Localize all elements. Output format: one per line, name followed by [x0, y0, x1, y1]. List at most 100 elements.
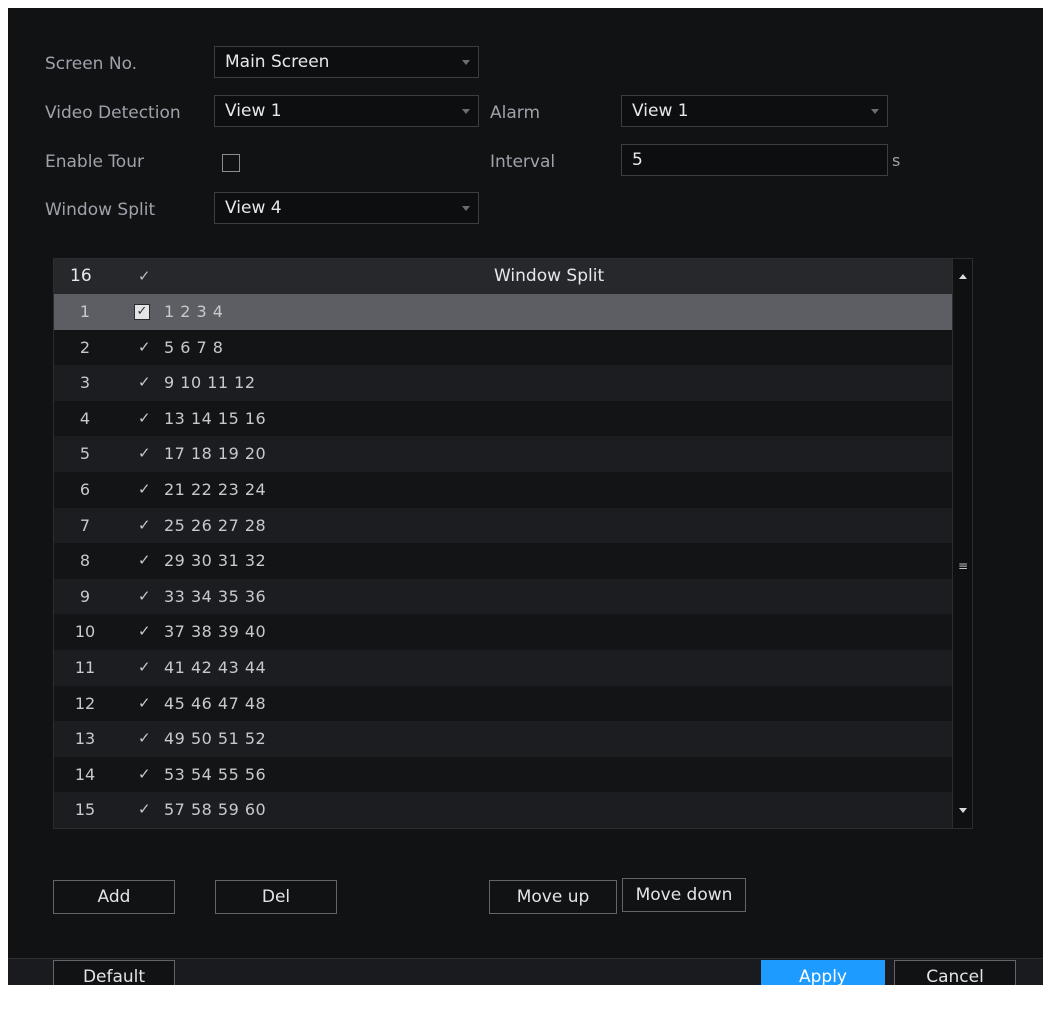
row-channels: 41 42 43 44: [164, 658, 267, 677]
window-split-select[interactable]: View 4: [214, 192, 479, 224]
row-channels: 17 18 19 20: [164, 444, 267, 464]
row-checkbox[interactable]: ✓: [138, 686, 151, 721]
row-number: 3: [79, 373, 91, 393]
table-row[interactable]: 13 ✓ 49 50 51 52: [54, 721, 952, 757]
move-down-button[interactable]: Move down: [622, 878, 746, 912]
row-checkbox[interactable]: ✓: [138, 792, 151, 827]
video-detection-value: View 1: [225, 101, 282, 121]
alarm-select[interactable]: View 1: [621, 95, 888, 127]
table-row[interactable]: 4 ✓ 13 14 15 16: [54, 400, 952, 437]
header-title: Window Split: [494, 266, 605, 286]
caret-down-icon: [462, 206, 470, 211]
row-checkbox[interactable]: ✓: [138, 614, 151, 649]
table-row[interactable]: 2 ✓ 5 6 7 8: [54, 329, 952, 366]
row-number: 7: [79, 515, 91, 535]
screen-no-value: Main Screen: [225, 52, 330, 72]
row-number: 1: [79, 302, 91, 321]
row-channels: 1 2 3 4: [164, 302, 224, 321]
row-channels: 25 26 27 28: [164, 515, 267, 535]
row-channels: 33 34 35 36: [164, 586, 267, 606]
table-row[interactable]: 12 ✓ 45 46 47 48: [54, 685, 952, 722]
caret-down-icon: [462, 60, 470, 65]
enable-tour-checkbox[interactable]: [222, 154, 240, 172]
row-number: 5: [79, 444, 91, 464]
screen-no-select[interactable]: Main Screen: [214, 46, 479, 78]
window-split-label: Window Split: [45, 200, 156, 220]
row-checkbox[interactable]: ✓: [138, 721, 151, 756]
table-row[interactable]: 7 ✓ 25 26 27 28: [54, 507, 952, 544]
row-number: 12: [74, 693, 96, 713]
del-button[interactable]: Del: [215, 880, 337, 914]
row-channels: 45 46 47 48: [164, 693, 267, 713]
interval-unit: s: [892, 151, 901, 170]
row-channels: 37 38 39 40: [164, 622, 267, 642]
row-number: 2: [79, 337, 91, 357]
alarm-label: Alarm: [490, 103, 541, 123]
row-number: 6: [79, 480, 91, 499]
table-row[interactable]: 14 ✓ 53 54 55 56: [54, 756, 952, 793]
row-checkbox[interactable]: ✓: [138, 579, 151, 614]
table-row[interactable]: 6 ✓ 21 22 23 24: [54, 472, 952, 508]
row-checkbox[interactable]: ✓: [138, 401, 151, 436]
add-button[interactable]: Add: [53, 880, 175, 914]
row-number: 14: [74, 764, 96, 784]
row-channels: 29 30 31 32: [164, 551, 267, 571]
table-row[interactable]: 11 ✓ 41 42 43 44: [54, 650, 952, 686]
row-checkbox[interactable]: ✓: [138, 757, 151, 792]
default-button[interactable]: Default: [53, 960, 175, 985]
cancel-button[interactable]: Cancel: [894, 960, 1016, 985]
header-count: 16: [70, 266, 92, 286]
caret-up-icon[interactable]: [959, 274, 967, 279]
table-row[interactable]: 3 ✓ 9 10 11 12: [54, 365, 952, 401]
caret-down-icon[interactable]: [959, 808, 967, 813]
row-number: 10: [74, 622, 96, 642]
row-number: 9: [79, 586, 91, 606]
video-detection-label: Video Detection: [45, 103, 181, 123]
caret-down-icon: [871, 109, 879, 114]
table-row[interactable]: 9 ✓ 33 34 35 36: [54, 578, 952, 615]
apply-button[interactable]: Apply: [761, 960, 885, 985]
row-channels: 49 50 51 52: [164, 729, 267, 749]
row-channels: 53 54 55 56: [164, 764, 267, 784]
row-checkbox[interactable]: ✓: [134, 304, 150, 320]
row-checkbox[interactable]: ✓: [138, 330, 151, 365]
table-row[interactable]: 15 ✓ 57 58 59 60: [54, 792, 952, 828]
header-select-all-check[interactable]: ✓: [138, 259, 151, 294]
row-checkbox[interactable]: ✓: [138, 508, 151, 543]
row-number: 15: [74, 800, 96, 820]
video-detection-select[interactable]: View 1: [214, 95, 479, 127]
row-channels: 21 22 23 24: [164, 480, 267, 499]
row-channels: 9 10 11 12: [164, 373, 256, 393]
row-checkbox[interactable]: ✓: [138, 472, 151, 507]
row-checkbox[interactable]: ✓: [138, 543, 151, 578]
settings-panel: Screen No. Main Screen Video Detection V…: [8, 8, 1043, 985]
table-row[interactable]: 5 ✓ 17 18 19 20: [54, 436, 952, 472]
enable-tour-label: Enable Tour: [45, 152, 144, 172]
window-split-value: View 4: [225, 198, 282, 218]
row-number: 8: [79, 551, 91, 571]
row-checkbox[interactable]: ✓: [138, 436, 151, 471]
caret-down-icon: [462, 109, 470, 114]
row-number: 4: [79, 408, 91, 428]
window-split-table: 16 ✓ Window Split 1 ✓ 1 2 3 4 2 ✓ 5 6 7 8 3 ✓ 9 …: [53, 258, 973, 829]
interval-value: 5: [632, 150, 643, 170]
table-body: 1 ✓ 1 2 3 4 2 ✓ 5 6 7 8 3 ✓ 9 10 11 12 4 ✓ 13 14 15…: [54, 294, 952, 828]
row-checkbox[interactable]: ✓: [138, 365, 151, 400]
interval-input[interactable]: 5: [621, 144, 888, 176]
row-checkbox[interactable]: ✓: [138, 650, 151, 685]
row-channels: 5 6 7 8: [164, 337, 224, 357]
table-row[interactable]: 1 ✓ 1 2 3 4: [54, 294, 952, 330]
screen-no-label: Screen No.: [45, 54, 138, 74]
table-row[interactable]: 10 ✓ 37 38 39 40: [54, 614, 952, 650]
grip-lines-icon[interactable]: ≡: [958, 560, 968, 572]
row-channels: 13 14 15 16: [164, 408, 267, 428]
table-header: 16 ✓ Window Split: [54, 259, 952, 294]
row-number: 11: [74, 658, 96, 677]
row-number: 13: [74, 729, 96, 749]
row-channels: 57 58 59 60: [164, 800, 267, 820]
move-up-button[interactable]: Move up: [489, 880, 617, 914]
alarm-value: View 1: [632, 101, 689, 121]
table-scrollbar[interactable]: ≡: [952, 259, 972, 828]
table-row[interactable]: 8 ✓ 29 30 31 32: [54, 543, 952, 579]
interval-label: Interval: [490, 152, 556, 172]
